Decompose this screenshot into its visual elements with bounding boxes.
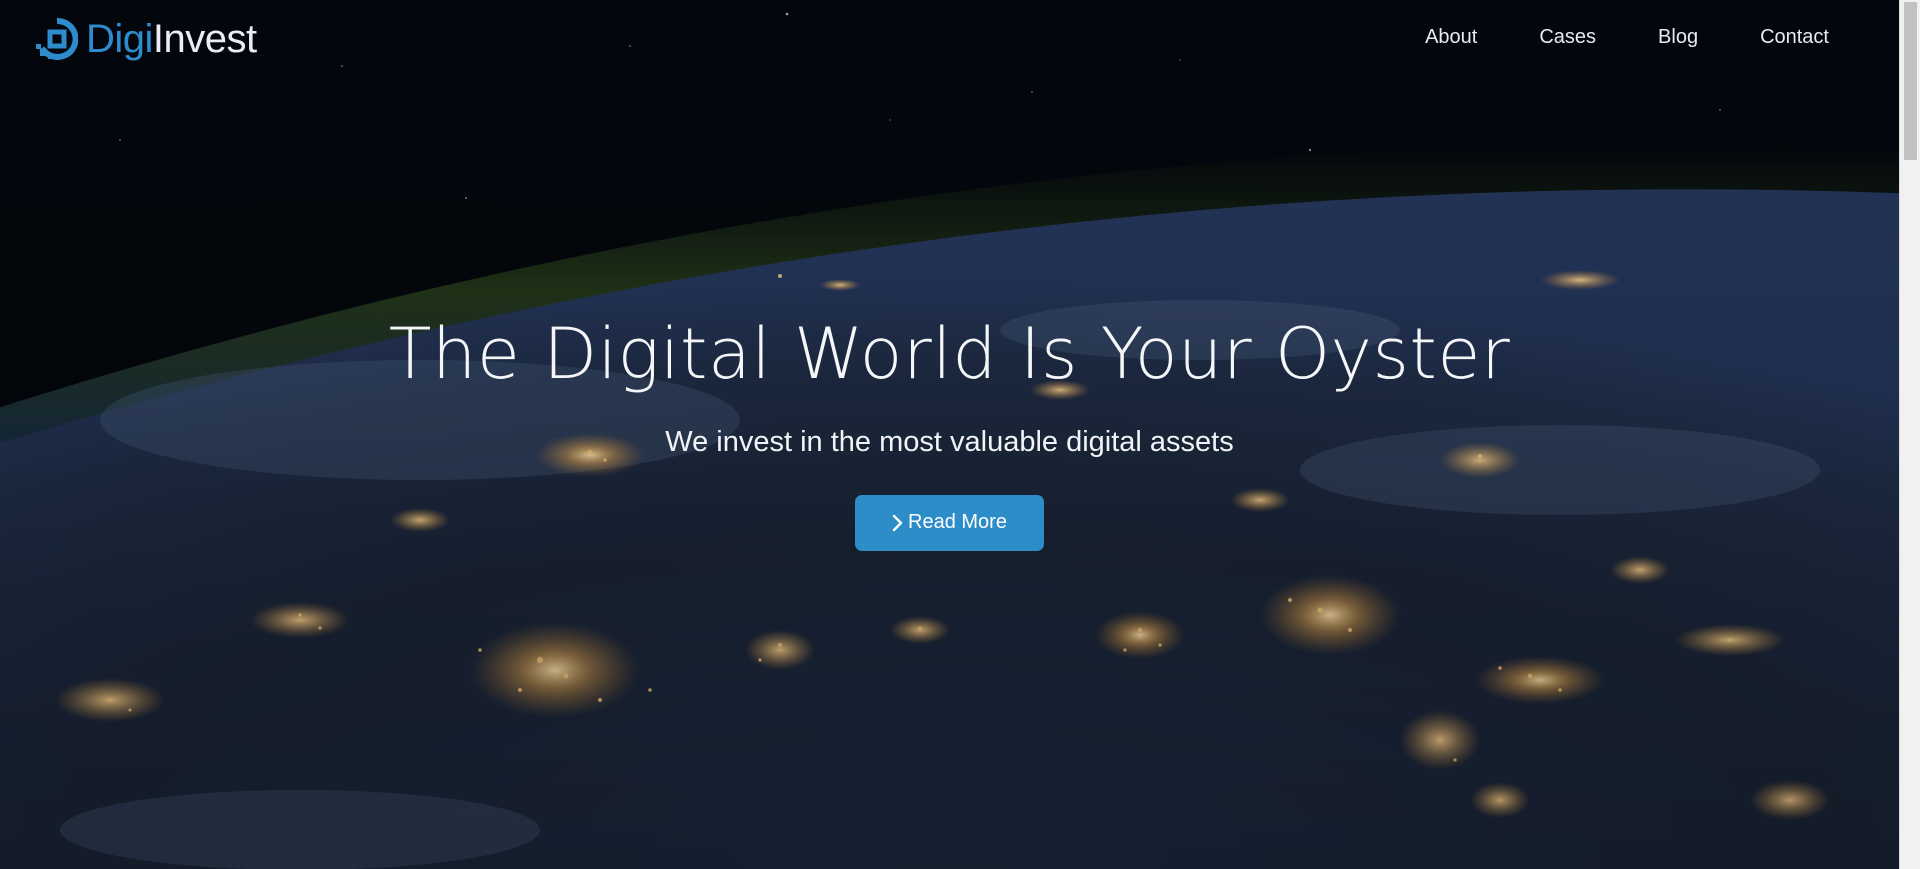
hero-subtitle: We invest in the most valuable digital a… [665,425,1234,458]
page-scrollbar[interactable] [1899,0,1920,869]
read-more-label: Read More [908,511,1007,533]
nav-item-about: About [1363,22,1477,53]
nav-item-contact: Contact [1698,22,1829,53]
read-more-button[interactable]: Read More [855,494,1044,551]
navbar: DigiInvest About Cases Blog Contact [0,0,1899,78]
chevron-right-icon [892,514,904,532]
page-viewport: DigiInvest About Cases Blog Contact The … [0,0,1899,869]
hero-title: The Digital World Is Your Oyster [388,313,1511,395]
brand-name-digi: Digi [86,17,153,61]
nav-link-cases[interactable]: Cases [1539,22,1596,53]
nav-link-contact[interactable]: Contact [1760,22,1829,53]
brand-name-invest: Invest [152,17,257,61]
nav-menu: About Cases Blog Contact [1363,22,1829,53]
digiinvest-logo-icon [36,17,79,60]
nav-link-about[interactable]: About [1425,22,1477,53]
nav-item-cases: Cases [1477,22,1596,53]
brand-logo-link[interactable]: DigiInvest [36,14,257,64]
nav-link-blog[interactable]: Blog [1658,22,1698,53]
nav-item-blog: Blog [1596,22,1698,53]
brand-name: DigiInvest [86,19,257,59]
scrollbar-thumb[interactable] [1904,2,1917,160]
hero-section: The Digital World Is Your Oyster We inve… [0,313,1899,551]
